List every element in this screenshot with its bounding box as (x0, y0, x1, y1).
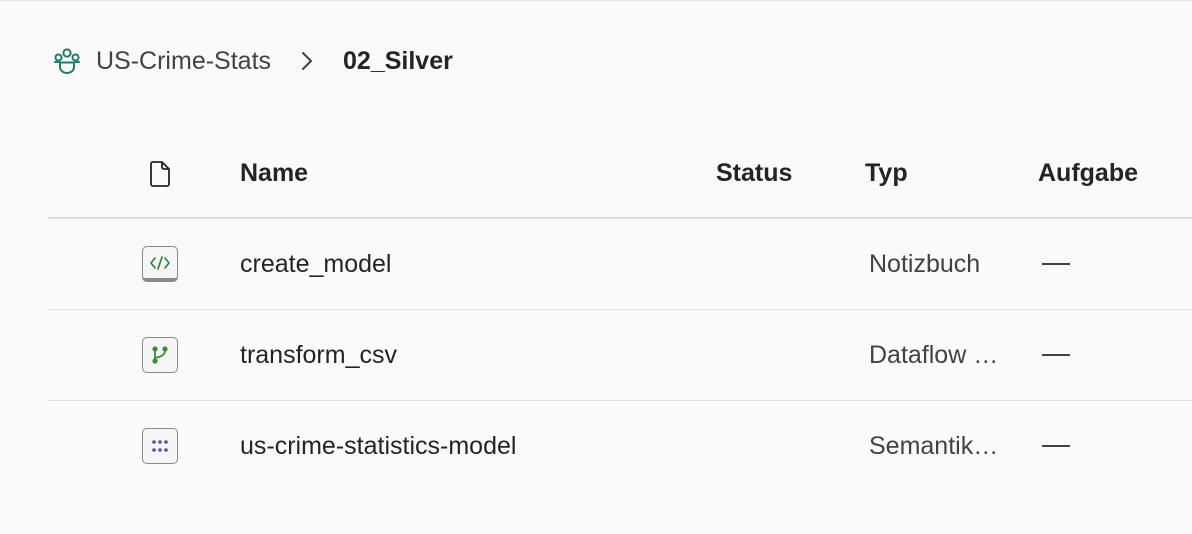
column-header-task[interactable]: Aufgabe (1038, 130, 1138, 217)
file-icon (138, 130, 182, 217)
top-divider (0, 0, 1192, 1)
item-task-empty (1042, 263, 1070, 265)
item-type: Semantik… (869, 431, 999, 460)
item-name-link[interactable]: us-crime-statistics-model (240, 432, 516, 461)
column-header-type[interactable]: Typ (865, 130, 908, 217)
item-name[interactable]: us-crime-statistics-model (240, 401, 516, 491)
table-header-row: Name Status Typ Aufgabe (48, 130, 1192, 219)
notebook-icon (138, 219, 182, 309)
item-task (1042, 310, 1070, 400)
dataflow-icon (138, 310, 182, 400)
breadcrumb: US-Crime-Stats 02_Silver (52, 42, 453, 80)
item-name-link[interactable]: create_model (240, 250, 391, 279)
table-row[interactable]: create_model Notizbuch (48, 219, 1192, 310)
item-task-empty (1042, 445, 1070, 447)
item-type: Dataflow … (869, 340, 999, 369)
item-task (1042, 219, 1070, 309)
items-table: Name Status Typ Aufgabe create_model Not… (48, 130, 1192, 491)
column-header-name[interactable]: Name (240, 130, 308, 217)
column-header-status[interactable]: Status (716, 130, 792, 217)
chevron-right-icon (293, 47, 321, 75)
table-row[interactable]: transform_csv Dataflow … (48, 310, 1192, 401)
breadcrumb-current-folder: 02_Silver (343, 46, 453, 75)
item-task (1042, 401, 1070, 491)
item-task-empty (1042, 354, 1070, 356)
semantic-model-icon (138, 401, 182, 491)
item-name[interactable]: transform_csv (240, 310, 397, 400)
item-name-link[interactable]: transform_csv (240, 341, 397, 370)
item-type: Notizbuch (869, 249, 981, 278)
breadcrumb-workspace-link[interactable]: US-Crime-Stats (96, 47, 271, 76)
workspace-icon (52, 46, 82, 76)
table-row[interactable]: us-crime-statistics-model Semantik… (48, 401, 1192, 491)
item-name[interactable]: create_model (240, 219, 391, 309)
